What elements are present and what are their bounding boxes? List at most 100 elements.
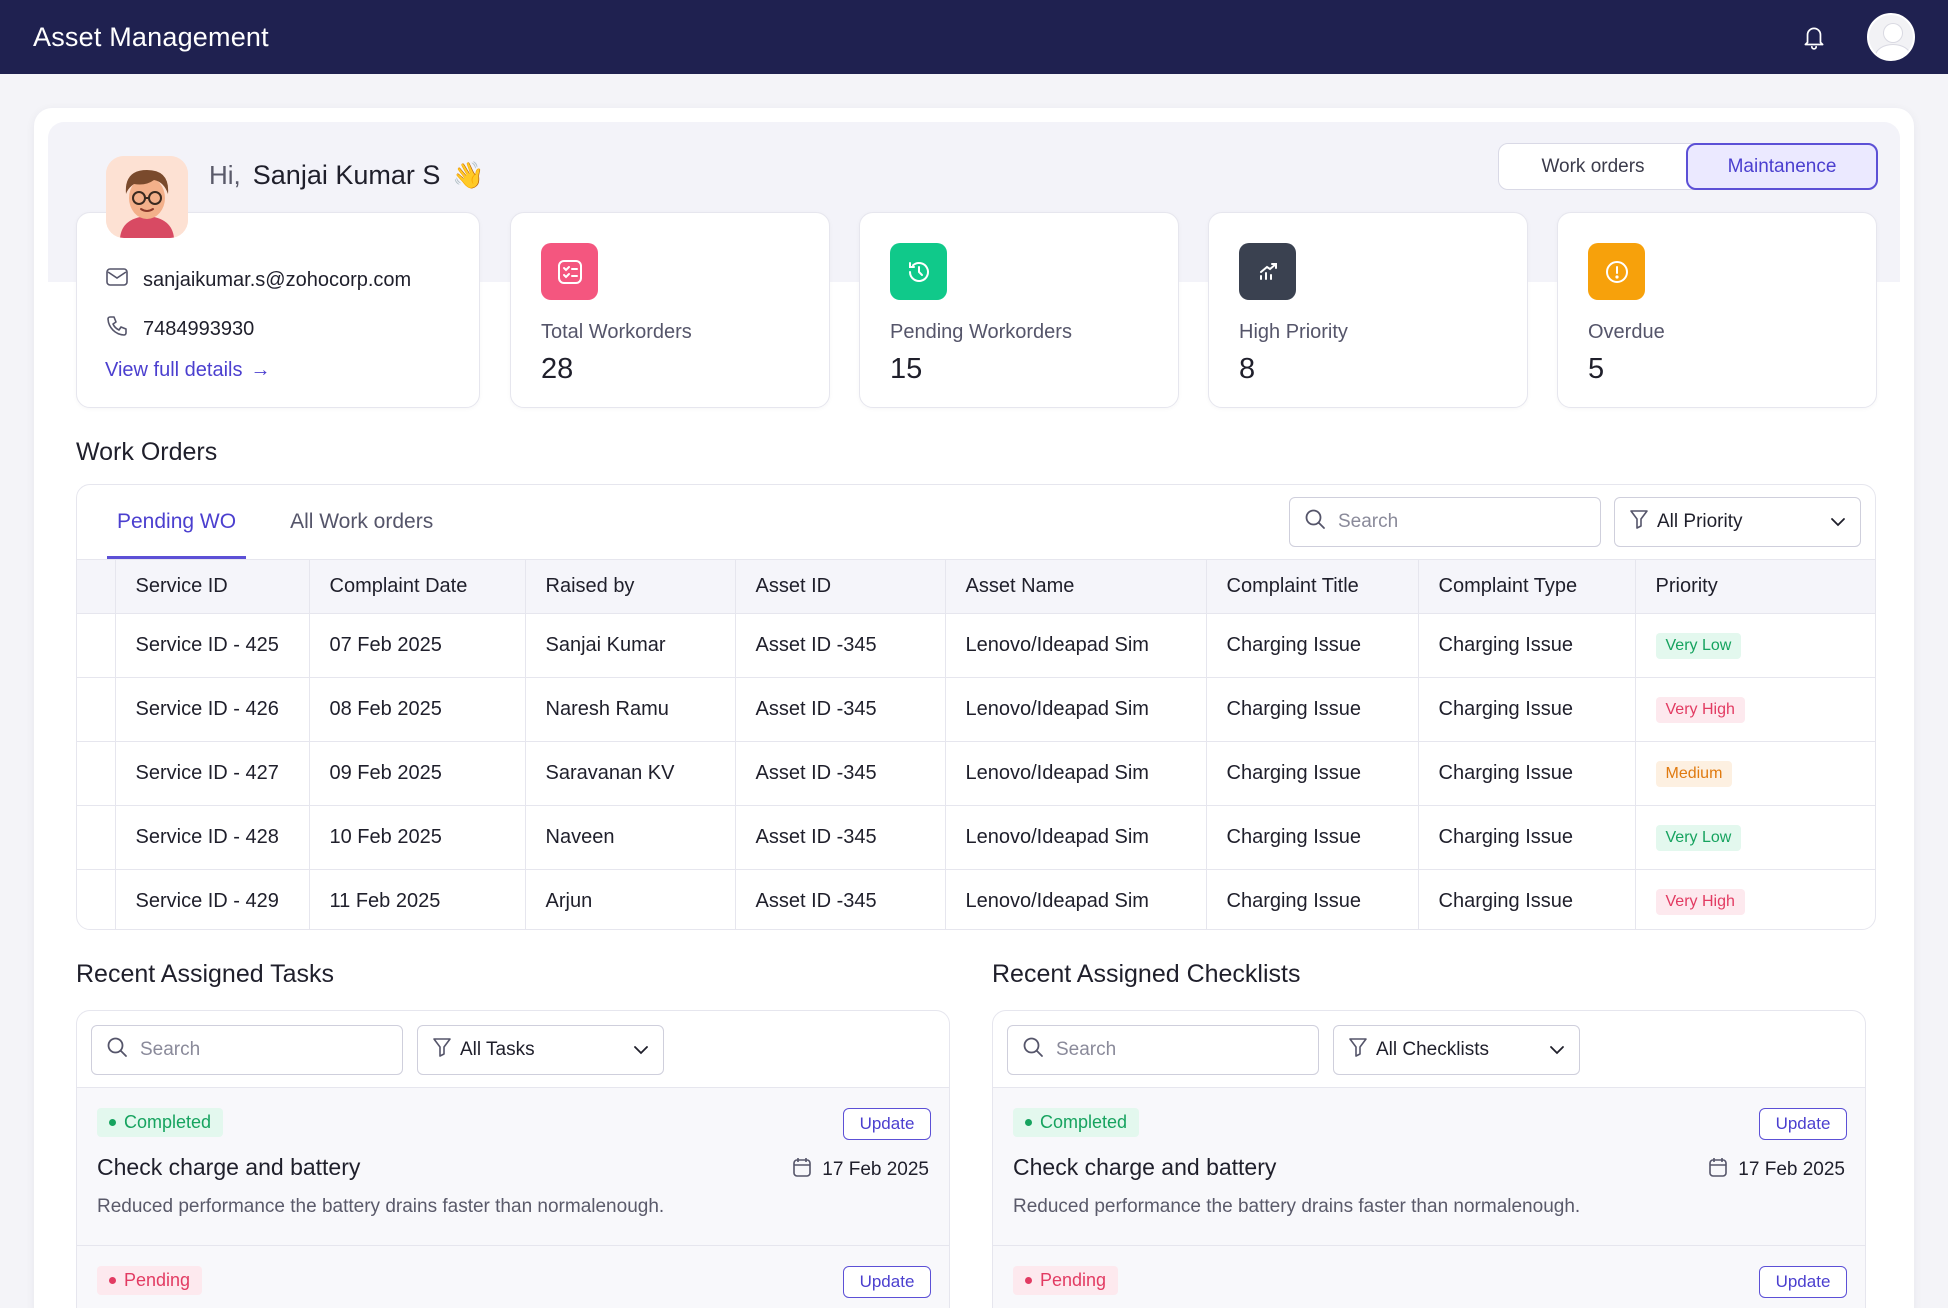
dashboard-card: Hi, Sanjai Kumar S 👋 Work orders Maintan… — [34, 108, 1914, 1308]
column-header: Complaint Title — [1206, 559, 1419, 614]
chevron-down-icon — [1549, 1039, 1565, 1061]
filter-icon — [432, 1036, 452, 1064]
table-cell: Naresh Ramu — [525, 677, 736, 742]
table-cell: Asset ID -345 — [735, 805, 946, 870]
table-cell: 11 Feb 2025 — [309, 869, 526, 929]
toggle-work-orders[interactable]: Work orders — [1499, 144, 1687, 189]
bell-icon[interactable] — [1799, 22, 1829, 52]
user-avatar-icon[interactable] — [1867, 13, 1915, 61]
task-item: Completed Update Check charge and batter… — [77, 1087, 949, 1245]
status-label: Pending — [124, 1270, 191, 1290]
task-title: Check charge and battery — [97, 1154, 361, 1180]
table-cell: Service ID - 427 — [115, 741, 310, 806]
toggle-maintenance[interactable]: Maintanence — [1686, 143, 1878, 190]
search-icon — [1022, 1036, 1044, 1064]
work-orders-table-body: Service ID - 425 07 Feb 2025 Sanjai Kumar A… — [77, 613, 1875, 929]
profile-card: sanjaikumar.s@zohocorp.com 7484993930 Vi… — [76, 212, 480, 408]
task-item: Pending Update — [77, 1245, 949, 1308]
tasks-search-input[interactable]: Search — [91, 1025, 403, 1075]
row-select-cell[interactable] — [77, 869, 116, 929]
table-row[interactable]: Service ID - 428 10 Feb 2025 Naveen Asset I… — [77, 805, 1875, 870]
checklist-item: Pending Update — [993, 1245, 1865, 1308]
priority-badge: Very Low — [1655, 632, 1742, 659]
stat-total-workorders[interactable]: Total Workorders 28 — [510, 212, 830, 408]
table-cell: Very High — [1635, 677, 1875, 742]
checklists-search-input[interactable]: Search — [1007, 1025, 1319, 1075]
table-cell: Lenovo/Ideapad Sim — [945, 805, 1207, 870]
tab-pending-wo[interactable]: Pending WO — [107, 485, 247, 559]
stat-value: 15 — [890, 353, 923, 385]
table-cell: Service ID - 429 — [115, 869, 310, 929]
filter-label: All Priority — [1657, 511, 1743, 532]
view-full-details-link[interactable]: View full details → — [105, 359, 270, 382]
row-select-cell[interactable] — [77, 613, 116, 678]
phone-icon — [105, 314, 129, 344]
table-cell: Charging Issue — [1418, 741, 1636, 806]
table-cell: Arjun — [525, 869, 736, 929]
search-placeholder: Search — [1056, 1039, 1117, 1060]
table-cell: Medium — [1635, 741, 1875, 806]
search-icon — [106, 1036, 128, 1064]
status-label: Pending — [1040, 1270, 1107, 1290]
checklist-item: Completed Update Check charge and batter… — [993, 1087, 1865, 1245]
priority-filter-dropdown[interactable]: All Priority — [1614, 497, 1861, 547]
stat-value: 8 — [1239, 353, 1256, 385]
table-cell: Service ID - 425 — [115, 613, 310, 678]
table-cell: Charging Issue — [1206, 677, 1419, 742]
column-header: Asset ID — [735, 559, 946, 614]
table-cell: Charging Issue — [1418, 805, 1636, 870]
work-orders-table: Service ID Complaint Date Raised by Asse… — [77, 559, 1875, 929]
stat-high-priority[interactable]: High Priority 8 — [1208, 212, 1528, 408]
table-cell: Asset ID -345 — [735, 741, 946, 806]
stat-value: 28 — [541, 353, 574, 385]
stat-pending-workorders[interactable]: Pending Workorders 15 — [859, 212, 1179, 408]
update-button[interactable]: Update — [1759, 1266, 1847, 1298]
priority-badge: Very High — [1655, 696, 1745, 723]
checklists-filter-dropdown[interactable]: All Checklists — [1333, 1025, 1580, 1075]
table-cell: Asset ID -345 — [735, 613, 946, 678]
table-cell: Saravanan KV — [525, 741, 736, 806]
row-select-cell[interactable] — [77, 741, 116, 806]
filter-label: All Tasks — [460, 1039, 535, 1060]
filter-icon — [1629, 508, 1649, 536]
topbar-actions — [1799, 13, 1915, 61]
column-header: Asset Name — [945, 559, 1207, 614]
table-cell: Charging Issue — [1206, 741, 1419, 806]
tasks-filter-dropdown[interactable]: All Tasks — [417, 1025, 664, 1075]
user-phone: 7484993930 — [143, 317, 255, 340]
mail-icon — [105, 267, 129, 293]
work-order-tabs: Pending WO All Work orders — [107, 485, 443, 559]
table-cell: Charging Issue — [1206, 805, 1419, 870]
table-row[interactable]: Service ID - 425 07 Feb 2025 Sanjai Kumar A… — [77, 613, 1875, 678]
table-cell: Very Low — [1635, 613, 1875, 678]
update-button[interactable]: Update — [843, 1108, 931, 1140]
table-cell: Naveen — [525, 805, 736, 870]
view-details-label: View full details — [105, 359, 243, 381]
table-cell: Asset ID -345 — [735, 677, 946, 742]
arrow-right-icon: → — [250, 359, 271, 381]
update-button[interactable]: Update — [843, 1266, 931, 1298]
row-select-cell[interactable] — [77, 677, 116, 742]
stat-overdue[interactable]: Overdue 5 — [1557, 212, 1877, 408]
tab-all-work-orders[interactable]: All Work orders — [280, 485, 443, 559]
status-badge: Pending — [97, 1266, 203, 1295]
search-placeholder: Search — [140, 1039, 201, 1060]
table-cell: 08 Feb 2025 — [309, 677, 526, 742]
work-orders-search-input[interactable]: Search — [1289, 497, 1601, 547]
stat-value: 5 — [1588, 353, 1605, 385]
table-header-row: Service ID Complaint Date Raised by Asse… — [77, 559, 1875, 614]
table-cell: Lenovo/Ideapad Sim — [945, 677, 1207, 742]
table-cell: Very Low — [1635, 805, 1875, 870]
table-row[interactable]: Service ID - 429 11 Feb 2025 Arjun Asset ID… — [77, 869, 1875, 929]
update-button[interactable]: Update — [1759, 1108, 1847, 1140]
user-name: Sanjai Kumar S — [252, 160, 441, 190]
table-row[interactable]: Service ID - 427 09 Feb 2025 Saravanan KV A… — [77, 741, 1875, 806]
filter-label: All Checklists — [1376, 1039, 1489, 1060]
row-select-cell[interactable] — [77, 805, 116, 870]
table-row[interactable]: Service ID - 426 08 Feb 2025 Naresh Ramu As… — [77, 677, 1875, 742]
table-cell: Asset ID -345 — [735, 869, 946, 929]
table-cell: Lenovo/Ideapad Sim — [945, 869, 1207, 929]
profile-avatar — [106, 156, 188, 238]
table-cell: Service ID - 428 — [115, 805, 310, 870]
work-orders-panel: Pending WO All Work orders Search All Pr… — [76, 484, 1876, 930]
